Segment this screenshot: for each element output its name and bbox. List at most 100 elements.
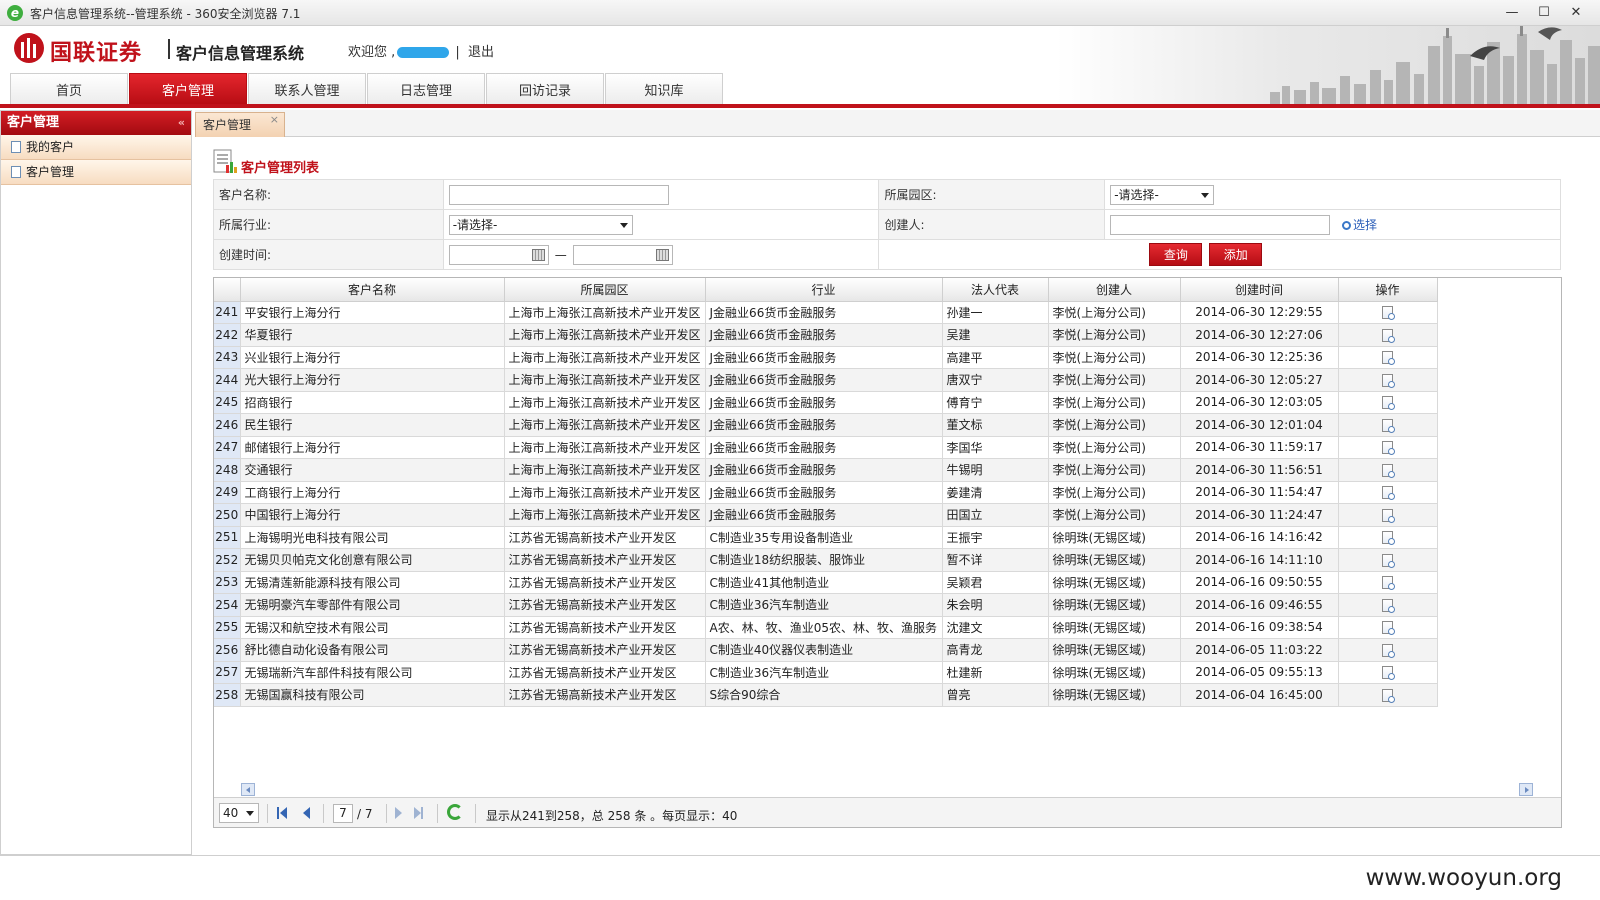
tab-home[interactable]: 首页: [10, 73, 128, 104]
table-row[interactable]: 253 无锡清莲新能源科技有限公司 江苏省无锡高新技术产业开发区 C制造业41其他制造…: [214, 571, 1438, 594]
redacted-username: [397, 47, 450, 58]
view-detail-icon[interactable]: [1382, 373, 1396, 388]
collapse-icon[interactable]: «: [178, 111, 185, 135]
search-form: 客户名称: 所属园区: -请选择- 所属行业: -请选择- 创建人: 选择 创建…: [213, 179, 1561, 270]
refresh-icon[interactable]: [447, 804, 463, 820]
cell-legal: 姜建清: [942, 481, 1049, 504]
sidebar-item-label: 客户管理: [26, 165, 75, 179]
view-detail-icon[interactable]: [1382, 508, 1396, 523]
view-detail-icon[interactable]: [1382, 351, 1396, 366]
table-row[interactable]: 250 中国银行上海分行 上海市上海张江高新技术产业开发区 J金融业66货币金融服务田…: [214, 503, 1438, 527]
table-row[interactable]: 244 光大银行上海分行 上海市上海张江高新技术产业开发区 J金融业66货币金融服务唐…: [214, 368, 1438, 392]
row-number: 247: [214, 436, 241, 459]
view-detail-icon[interactable]: [1382, 643, 1396, 658]
customer-name-input[interactable]: [448, 184, 669, 205]
view-detail-icon[interactable]: [1382, 666, 1396, 681]
select-creator-link[interactable]: 选择: [1342, 218, 1377, 232]
pager-divider: [267, 804, 268, 823]
next-page-icon[interactable]: [395, 807, 402, 819]
nav-underline: [0, 104, 1600, 108]
column-header[interactable]: 操作: [1338, 278, 1438, 302]
sidebar-item-my-customers[interactable]: 我的客户: [1, 135, 191, 160]
cell-legal: 王振宇: [942, 526, 1049, 549]
first-page-icon[interactable]: [280, 807, 287, 819]
table-row[interactable]: 242 华夏银行 上海市上海张江高新技术产业开发区 J金融业66货币金融服务 吴建 李悦(…: [214, 323, 1438, 347]
close-tab-icon[interactable]: ×: [270, 107, 279, 132]
calendar-icon[interactable]: [531, 248, 545, 261]
close-window-button[interactable]: ✕: [1562, 2, 1590, 22]
query-button[interactable]: 查询: [1149, 243, 1203, 266]
page-size-select[interactable]: 40: [219, 803, 259, 823]
minimize-button[interactable]: —: [1498, 2, 1526, 22]
view-detail-icon[interactable]: [1382, 463, 1396, 478]
prev-page-icon[interactable]: [303, 807, 310, 819]
column-header[interactable]: 创建人: [1048, 278, 1181, 302]
table-row[interactable]: 249 工商银行上海分行 上海市上海张江高新技术产业开发区 J金融业66货币金融服务姜…: [214, 481, 1438, 504]
scroll-right-button[interactable]: [1519, 783, 1533, 796]
cell-name: 平安银行上海分行: [240, 301, 505, 324]
view-detail-icon[interactable]: [1382, 418, 1396, 433]
table-row[interactable]: 245 招商银行 上海市上海张江高新技术产业开发区 J金融业66货币金融服务 傅育宁 李悦…: [214, 391, 1438, 414]
tab-visit-records[interactable]: 回访记录: [486, 73, 604, 104]
cell-legal: 沈建文: [942, 616, 1049, 639]
table-row[interactable]: 248 交通银行 上海市上海张江高新技术产业开发区 J金融业66货币金融服务 牛锡明 李悦…: [214, 458, 1438, 482]
tab-log-management[interactable]: 日志管理: [367, 73, 485, 104]
row-number: 243: [214, 346, 241, 369]
cell-name: 中国银行上海分行: [240, 503, 505, 527]
cell-legal: 牛锡明: [942, 458, 1049, 482]
view-detail-icon[interactable]: [1382, 441, 1396, 456]
maximize-button[interactable]: ☐: [1530, 2, 1558, 22]
table-row[interactable]: 246 民生银行 上海市上海张江高新技术产业开发区 J金融业66货币金融服务 董文标 李悦…: [214, 413, 1438, 437]
tab-contact-management[interactable]: 联系人管理: [248, 73, 366, 104]
table-row[interactable]: 255 无锡汉和航空技术有限公司 江苏省无锡高新技术产业开发区 A农、林、牧、渔业05…: [214, 616, 1438, 639]
view-detail-icon[interactable]: [1382, 306, 1396, 321]
column-header[interactable]: 行业: [705, 278, 943, 302]
table-row[interactable]: 254 无锡明豪汽车零部件有限公司 江苏省无锡高新技术产业开发区 C制造业36汽车制造…: [214, 593, 1438, 617]
last-page-icon[interactable]: [414, 807, 421, 819]
column-header[interactable]: 所属园区: [504, 278, 706, 302]
view-detail-icon[interactable]: [1382, 576, 1396, 591]
calendar-icon[interactable]: [655, 248, 669, 261]
tab-customer-management[interactable]: 客户管理: [129, 73, 247, 104]
sidebar-item-customer-management[interactable]: 客户管理: [1, 160, 191, 185]
content-tab-label: 客户管理: [203, 118, 252, 132]
table-row[interactable]: 247 邮储银行上海分行 上海市上海张江高新技术产业开发区 J金融业66货币金融服务李…: [214, 436, 1438, 459]
row-number: 254: [214, 593, 241, 617]
start-date-input[interactable]: [448, 244, 549, 265]
column-header[interactable]: 创建时间: [1180, 278, 1339, 302]
cell-actions: [1338, 436, 1438, 459]
table-row[interactable]: 241 平安银行上海分行 上海市上海张江高新技术产业开发区 J金融业66货币金融服务孙…: [214, 301, 1438, 324]
table-row[interactable]: 251 上海锡明光电科技有限公司 江苏省无锡高新技术产业开发区 C制造业35专用设备制…: [214, 526, 1438, 549]
cell-creator: 徐明珠(无锡区域): [1048, 616, 1181, 639]
view-detail-icon[interactable]: [1382, 531, 1396, 546]
view-detail-icon[interactable]: [1382, 553, 1396, 568]
table-row[interactable]: 257 无锡瑞新汽车部件科技有限公司 江苏省无锡高新技术产业开发区 C制造业36汽车制…: [214, 661, 1438, 684]
creator-input[interactable]: [1110, 214, 1331, 235]
customer-grid: 客户名称 所属园区 行业 法人代表 创建人 创建时间 操作 241 平安银行上海分…: [213, 277, 1562, 828]
scroll-left-button[interactable]: [241, 783, 255, 796]
view-detail-icon[interactable]: [1382, 328, 1396, 343]
table-row[interactable]: 256 舒比德自动化设备有限公司 江苏省无锡高新技术产业开发区 C制造业40仪器仪表制…: [214, 638, 1438, 662]
row-number: 256: [214, 638, 241, 662]
table-row[interactable]: 258 无锡国赢科技有限公司 江苏省无锡高新技术产业开发区 S综合90综合 曾亮 徐明珠(…: [214, 683, 1438, 707]
table-row[interactable]: 252 无锡贝贝帕克文化创意有限公司 江苏省无锡高新技术产业开发区 C制造业18纺织服…: [214, 548, 1438, 572]
content-tab-customer-management[interactable]: 客户管理 ×: [195, 112, 285, 137]
view-detail-icon[interactable]: [1382, 688, 1396, 703]
chevron-down-icon: [246, 811, 254, 816]
view-detail-icon[interactable]: [1382, 621, 1396, 636]
current-page-input[interactable]: 7: [333, 804, 353, 823]
view-detail-icon[interactable]: [1382, 486, 1396, 501]
cell-actions: [1338, 391, 1438, 414]
park-select[interactable]: -请选择-: [1110, 184, 1215, 205]
column-header[interactable]: 客户名称: [240, 278, 505, 302]
column-header[interactable]: 法人代表: [942, 278, 1049, 302]
logout-link[interactable]: 退出: [468, 45, 494, 60]
add-button[interactable]: 添加: [1209, 243, 1263, 266]
end-date-input[interactable]: [572, 244, 673, 265]
table-row[interactable]: 243 兴业银行上海分行 上海市上海张江高新技术产业开发区 J金融业66货币金融服务高…: [214, 346, 1438, 369]
view-detail-icon[interactable]: [1382, 396, 1396, 411]
tab-knowledge-base[interactable]: 知识库: [605, 73, 723, 104]
industry-select[interactable]: -请选择-: [448, 214, 633, 235]
view-detail-icon[interactable]: [1382, 598, 1396, 613]
cell-name: 兴业银行上海分行: [240, 346, 505, 369]
